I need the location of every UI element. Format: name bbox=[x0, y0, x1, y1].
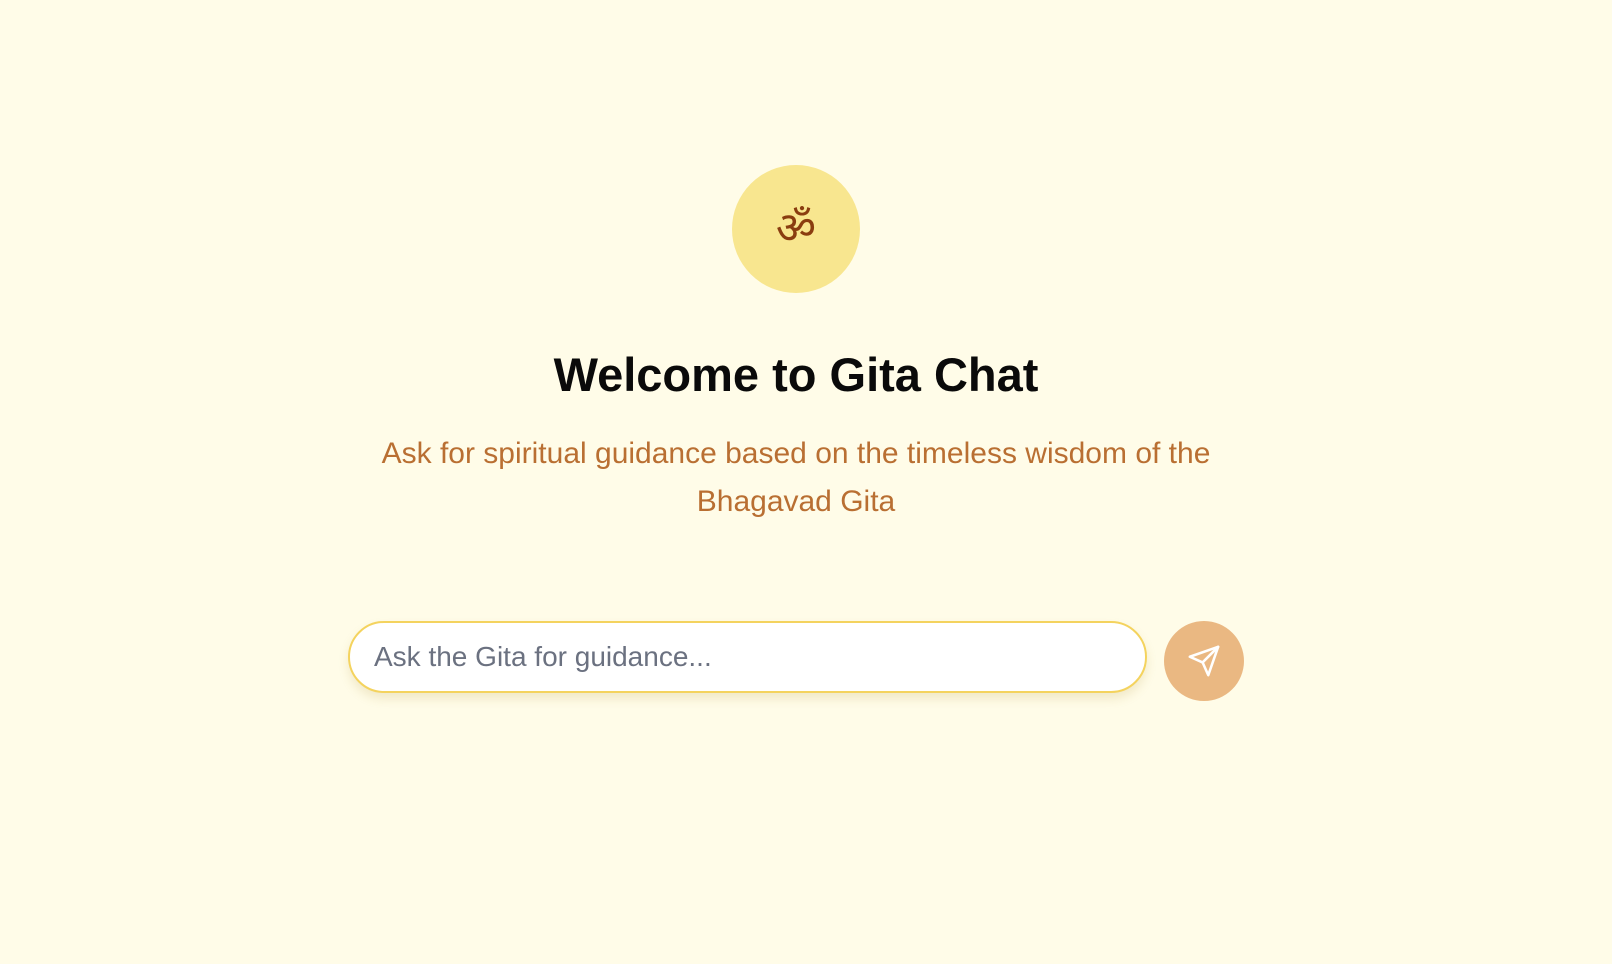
chat-input-container bbox=[348, 621, 1147, 693]
send-button[interactable] bbox=[1164, 621, 1244, 701]
send-icon bbox=[1188, 645, 1220, 677]
om-icon: ॐ bbox=[775, 203, 817, 254]
logo-badge: ॐ bbox=[732, 165, 860, 293]
welcome-page: ॐ Welcome to Gita Chat Ask for spiritual… bbox=[0, 0, 1612, 964]
page-title: Welcome to Gita Chat bbox=[553, 348, 1039, 401]
page-subtitle: Ask for spiritual guidance based on the … bbox=[381, 437, 1211, 518]
chat-input[interactable] bbox=[350, 623, 1145, 691]
